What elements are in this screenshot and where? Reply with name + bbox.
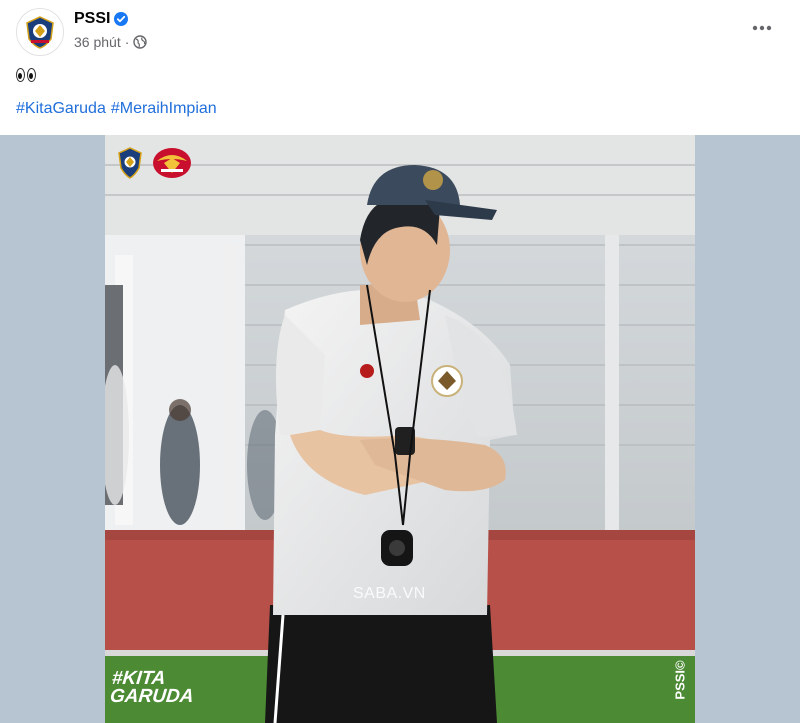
hashtag-link-meraihimpian[interactable]: #MeraihImpian	[111, 100, 217, 118]
saba-watermark: SABA.VN	[353, 585, 426, 602]
coach-photo-image	[105, 135, 695, 723]
pssi-crest-icon	[118, 147, 142, 179]
post-meta: 36 phút ·	[74, 34, 148, 50]
author-line: PSSI	[74, 10, 129, 28]
post-emoji	[16, 68, 36, 82]
meta-separator: ·	[124, 34, 130, 50]
page-name[interactable]: PSSI	[74, 10, 110, 28]
kita-garuda-brand: #KITA GARUDA	[109, 668, 196, 707]
post-timestamp[interactable]: 36 phút	[74, 34, 121, 50]
verified-badge-icon	[114, 12, 129, 26]
more-options-icon	[752, 25, 772, 31]
pssi-crest-icon	[26, 16, 54, 49]
page-avatar[interactable]	[16, 8, 64, 56]
pssi-side-text: PSSI©	[672, 660, 688, 700]
post-photo[interactable]: SABA.VN #KITA GARUDA PSSI©	[105, 135, 695, 723]
pssi-side-label: PSSI©	[669, 657, 691, 703]
post-header: PSSI 36 phút ·	[0, 0, 800, 60]
hashtag-link-kitagaruda[interactable]: #KitaGaruda	[16, 100, 106, 118]
post-hashtags: #KitaGaruda #MeraihImpian	[16, 100, 217, 118]
eyes-emoji-icon	[27, 68, 36, 82]
brand-line-2: GARUDA	[109, 686, 195, 707]
garuda-emblem-icon	[153, 148, 191, 178]
eyes-emoji-icon	[16, 68, 25, 82]
globe-icon[interactable]	[133, 35, 148, 49]
post-media[interactable]: SABA.VN #KITA GARUDA PSSI©	[0, 135, 800, 723]
more-options-button[interactable]	[750, 16, 774, 40]
